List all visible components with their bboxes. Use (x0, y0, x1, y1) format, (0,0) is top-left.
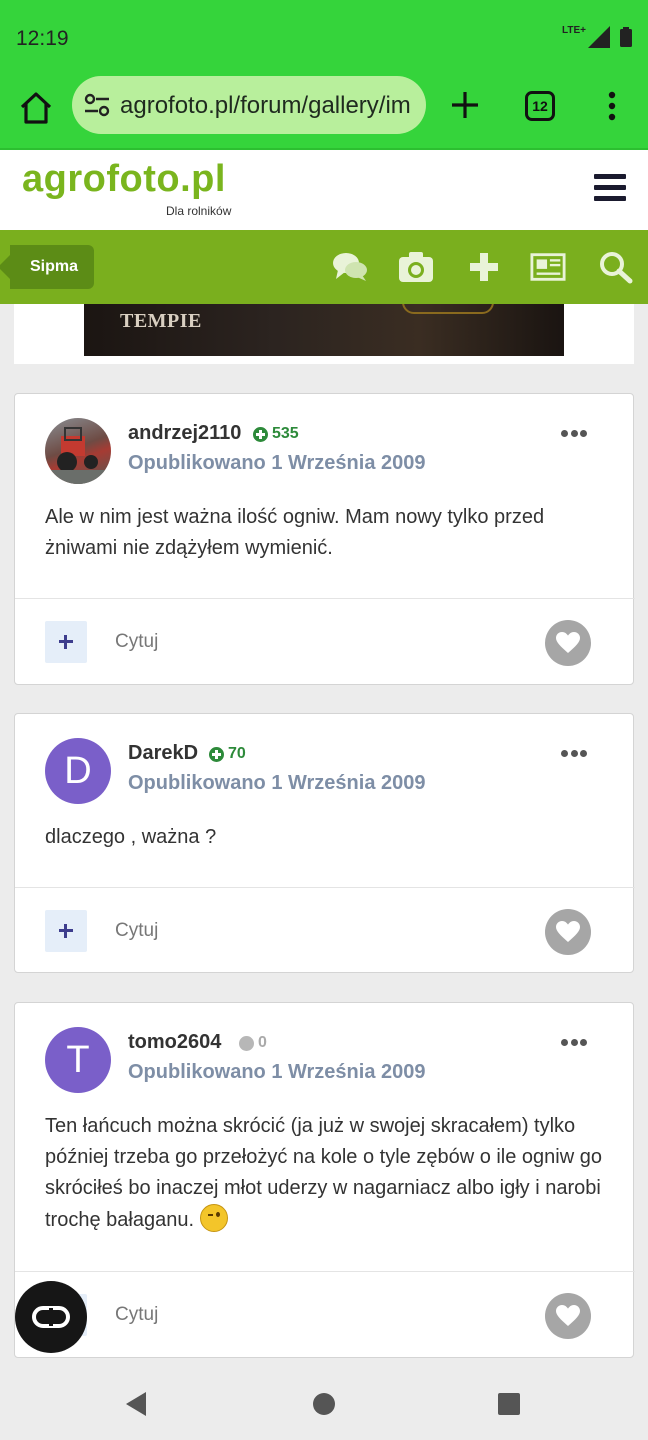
multiquote-button[interactable] (45, 621, 87, 663)
site-logo[interactable]: agrofoto.pl (22, 158, 226, 201)
battery-icon (620, 27, 632, 47)
search-icon[interactable] (598, 250, 634, 284)
status-bar: 12:19 LTE+ (0, 0, 648, 76)
more-vert-icon[interactable] (603, 90, 621, 122)
ad-text: TEMPIE (120, 310, 202, 332)
avatar[interactable] (45, 418, 111, 484)
reputation-badge: 535 (253, 425, 299, 443)
author-name[interactable]: DarekD (128, 742, 198, 765)
heart-icon (556, 632, 580, 653)
chat-icon[interactable] (332, 250, 368, 284)
rep-plus-icon (253, 426, 268, 442)
avatar[interactable]: D (45, 738, 111, 804)
browser-toolbar: agrofoto.pl/forum/gallery/im 12 (0, 76, 648, 148)
post-options-icon[interactable] (561, 750, 587, 758)
forum-nav: Sipma (0, 230, 648, 304)
post-footer: Cytuj (15, 1271, 635, 1359)
new-tab-icon[interactable] (448, 88, 482, 122)
home-nav-icon[interactable] (312, 1392, 336, 1416)
post-card: D DarekD 70 Opublikowano 1 Września 2009… (14, 713, 635, 975)
post-date[interactable]: Opublikowano 1 Września 2009 (128, 1061, 426, 1084)
like-button[interactable] (545, 1293, 591, 1339)
ad-banner[interactable]: TEMPIE (14, 304, 634, 364)
post-body: Ten łańcuch można skrócić (ja już w swoj… (45, 1115, 602, 1231)
recents-icon[interactable] (497, 1392, 521, 1416)
ad-image[interactable]: TEMPIE (84, 304, 564, 356)
tractor-photo (45, 427, 111, 484)
like-button[interactable] (545, 909, 591, 955)
system-nav-bar (0, 1368, 648, 1440)
author-name[interactable]: tomo2604 (128, 1031, 221, 1054)
author-name[interactable]: andrzej2110 (128, 422, 241, 445)
url-bar[interactable]: agrofoto.pl/forum/gallery/im (72, 76, 426, 134)
site-header: agrofoto.pl Dla rolników (0, 148, 648, 230)
post-date[interactable]: Opublikowano 1 Września 2009 (128, 772, 426, 795)
reputation-badge: 70 (209, 745, 246, 763)
post-footer: Cytuj (15, 598, 635, 686)
menu-icon[interactable] (594, 174, 626, 202)
post-options-icon[interactable] (561, 1039, 587, 1047)
link-loop-icon (32, 1306, 70, 1328)
post-options-icon[interactable] (561, 430, 587, 438)
site-settings-icon[interactable] (84, 93, 110, 117)
post-body: Ale w nim jest ważna ilość ogniw. Mam no… (45, 506, 545, 559)
home-icon[interactable] (18, 90, 54, 126)
tab-switcher-button[interactable]: 12 (525, 91, 555, 121)
floating-action-button[interactable] (15, 1281, 87, 1353)
post-body: dlaczego , ważna ? (45, 826, 217, 848)
user-tag[interactable]: Sipma (0, 245, 95, 289)
network-type: LTE+ (562, 25, 586, 36)
add-icon[interactable] (466, 250, 502, 284)
post-body-wrap: Ten łańcuch można skrócić (ja już w swoj… (45, 1111, 605, 1236)
post-card: andrzej2110 535 Opublikowano 1 Września … (14, 393, 635, 686)
post-date[interactable]: Opublikowano 1 Września 2009 (128, 452, 426, 475)
rep-plus-icon (209, 746, 224, 762)
url-text[interactable]: agrofoto.pl/forum/gallery/im (120, 92, 411, 120)
status-time: 12:19 (16, 27, 69, 50)
like-button[interactable] (545, 620, 591, 666)
camera-icon[interactable] (398, 250, 434, 284)
wink-emoji-icon (199, 1204, 228, 1232)
back-icon[interactable] (124, 1391, 150, 1417)
signal-icon (588, 26, 610, 48)
site-tagline: Dla rolników (166, 204, 232, 218)
heart-icon (556, 921, 580, 942)
post-card: T tomo2604 0 Opublikowano 1 Września 200… (14, 1002, 635, 1359)
news-icon[interactable] (530, 250, 566, 284)
avatar[interactable]: T (45, 1027, 111, 1093)
heart-icon (556, 1305, 580, 1326)
quote-button[interactable]: Cytuj (115, 1304, 158, 1326)
quote-button[interactable]: Cytuj (115, 920, 158, 942)
reputation-badge: 0 (239, 1034, 267, 1052)
multiquote-button[interactable] (45, 910, 87, 952)
post-footer: Cytuj (15, 887, 635, 975)
quote-button[interactable]: Cytuj (115, 631, 158, 653)
rep-neutral-icon (239, 1035, 254, 1051)
